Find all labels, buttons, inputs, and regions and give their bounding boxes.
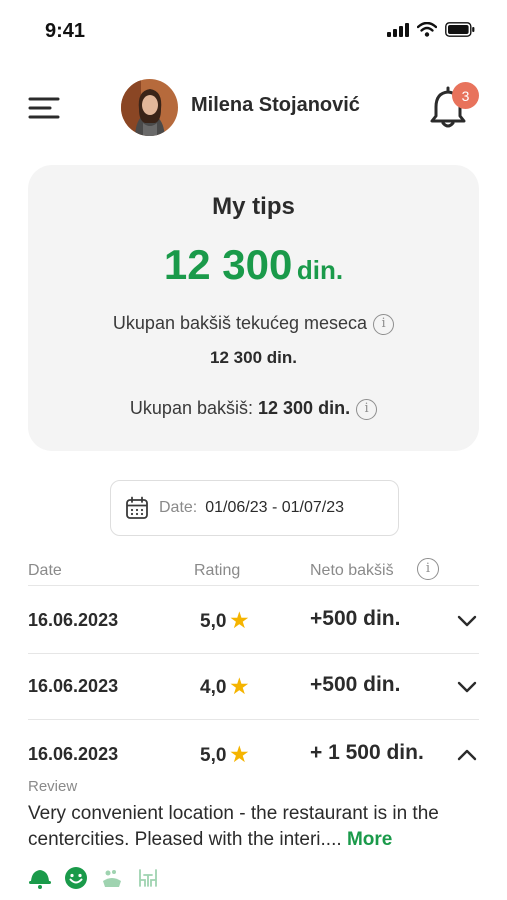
food-icon (103, 870, 121, 887)
column-rating: Rating (194, 562, 241, 579)
date-filter-value: 01/06/23 - 01/07/23 (205, 499, 345, 516)
row-date: 16.06.2023 (28, 676, 119, 696)
wifi-icon (417, 22, 437, 37)
status-time: 9:41 (45, 20, 86, 42)
tips-total-amount: 12 300 (163, 241, 293, 288)
star-icon: ★ (230, 676, 249, 698)
status-bar: 9:41 (0, 0, 507, 64)
chevron-down-icon[interactable] (456, 610, 478, 632)
info-icon[interactable]: i (373, 313, 395, 335)
date-filter-label: Date: (159, 499, 198, 516)
tips-total-unit: din. (296, 255, 344, 285)
menu-icon (28, 97, 60, 119)
user-name[interactable]: Milena Stojanović (191, 94, 360, 117)
month-tips-row: Ukupan bakšiš tekućeg meseca i (28, 313, 479, 335)
tips-card: My tips 12 300 din. Ukupan bakšiš tekuće… (28, 165, 479, 451)
star-icon: ★ (230, 610, 249, 632)
month-tips-value: 12 300 din. (210, 348, 297, 367)
row-neto: +500 din. (310, 607, 401, 630)
table-header: Date Rating Neto bakšiš i (28, 558, 479, 586)
row-rating-value: 5,0 (200, 611, 227, 632)
row-neto: +500 din. (310, 673, 401, 696)
info-icon[interactable]: i (417, 558, 439, 580)
battery-icon (445, 22, 475, 37)
row-rating: 5,0 ★ (200, 608, 248, 633)
signal-icon (387, 22, 409, 37)
row-date: 16.06.2023 (28, 610, 119, 630)
avatar[interactable] (121, 79, 178, 136)
smile-icon (65, 867, 87, 889)
review-label: Review (28, 778, 78, 795)
menu-button[interactable] (28, 95, 60, 121)
column-neto: Neto bakšiš (310, 562, 394, 579)
app-header: Milena Stojanović (0, 76, 507, 140)
calendar-icon (126, 496, 148, 519)
chevron-up-icon[interactable] (456, 744, 478, 766)
row-date: 16.06.2023 (28, 744, 119, 764)
row-rating-value: 5,0 (200, 745, 227, 766)
avatar-photo (121, 79, 178, 136)
star-icon: ★ (230, 744, 249, 766)
status-icons (387, 22, 475, 37)
review-text: Very convenient location - the restauran… (28, 801, 488, 853)
all-tips-label: Ukupan bakšiš: (129, 398, 253, 418)
row-neto: + 1 500 din. (310, 741, 424, 764)
row-rating: 4,0 ★ (200, 674, 248, 699)
chevron-down-icon[interactable] (456, 676, 478, 698)
notification-badge: 3 (452, 82, 479, 109)
info-icon[interactable]: i (356, 398, 378, 420)
date-filter-button[interactable]: Date: 01/06/23 - 01/07/23 (110, 480, 399, 536)
month-tips-label: Ukupan bakšiš tekućeg meseca (112, 313, 368, 333)
table-row[interactable]: 16.06.2023 5,0 ★ +500 din. (28, 588, 479, 654)
table-row[interactable]: 16.06.2023 4,0 ★ +500 din. (28, 654, 479, 720)
review-section: Review Very convenient location - the re… (28, 778, 488, 853)
row-rating-value: 4,0 (200, 677, 227, 698)
review-more-link[interactable]: More (347, 829, 392, 850)
interior-icon (139, 869, 157, 887)
tips-total: 12 300 din. (28, 241, 479, 289)
tips-title: My tips (212, 193, 295, 220)
row-rating: 5,0 ★ (200, 742, 248, 767)
column-date: Date (28, 562, 62, 579)
all-tips-row: Ukupan bakšiš: 12 300 din. i (28, 398, 479, 420)
all-tips-value: 12 300 din. (258, 398, 351, 418)
review-category-icons (28, 866, 160, 890)
waiter-icon (29, 870, 51, 889)
